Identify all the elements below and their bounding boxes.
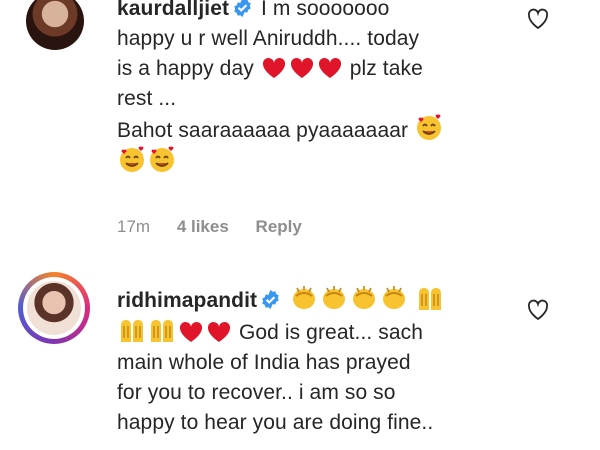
- comment-ridhimapandit: ridhimapandit God is great... sach main …: [0, 262, 600, 450]
- smiling-face-with-hearts-icon: [417, 114, 442, 140]
- comment-text-line: happy to hear you are doing fine..: [117, 411, 434, 434]
- verified-badge-icon: [262, 289, 279, 310]
- raising-hands-icon: [121, 320, 143, 342]
- comment-text-line: is a happy day: [117, 57, 254, 80]
- clapping-hands-icon: [383, 286, 406, 309]
- reply-button[interactable]: Reply: [256, 217, 302, 236]
- verified-badge-icon: [234, 0, 251, 18]
- red-heart-icon: [207, 321, 231, 342]
- comment-kaurdalljiet: kaurdalljiet I m sooooooo happy u r well…: [0, 0, 600, 250]
- red-heart-icon: [262, 57, 285, 78]
- comment-text-line: Bahot saaraaaaaa pyaaaaaaar: [117, 119, 409, 142]
- comment-time[interactable]: 17m: [117, 217, 150, 236]
- comment-text-line: rest ...: [117, 87, 177, 110]
- username[interactable]: ridhimapandit: [117, 289, 257, 312]
- clapping-hands-icon: [323, 286, 346, 309]
- heart-outline-icon[interactable]: [526, 298, 550, 322]
- smiling-face-with-hearts-icon: [150, 146, 174, 172]
- comment-text-line: God is great... sach: [238, 321, 424, 344]
- heart-outline-icon[interactable]: [526, 7, 550, 31]
- red-heart-icon: [318, 57, 341, 78]
- clapping-hands-icon: [293, 286, 316, 309]
- clapping-hands-icon: [353, 286, 376, 309]
- red-heart-icon: [290, 57, 313, 78]
- comment-body: kaurdalljiet I m sooooooo happy u r well…: [117, 0, 557, 178]
- comment-text-line: main whole of India has prayed: [117, 351, 411, 374]
- raising-hands-icon: [151, 320, 173, 342]
- comment-meta: 17m 4 likes Reply: [117, 217, 324, 237]
- raising-hands-icon: [419, 288, 442, 310]
- comment-text-line: I m sooooooo: [261, 0, 390, 20]
- red-heart-icon: [179, 321, 203, 342]
- comment-text-line: for you to recover.. i am so so: [117, 381, 396, 404]
- likes-count[interactable]: 4 likes: [177, 217, 229, 236]
- comment-text-line: plz take: [349, 57, 423, 80]
- username[interactable]: kaurdalljiet: [117, 0, 229, 20]
- avatar-photo: [27, 281, 81, 335]
- comment-body: ridhimapandit God is great... sach main …: [117, 284, 547, 438]
- comment-text-line: happy u r well Aniruddh.... today: [117, 27, 420, 50]
- avatar[interactable]: [26, 0, 84, 50]
- smiling-face-with-hearts-icon: [120, 146, 144, 172]
